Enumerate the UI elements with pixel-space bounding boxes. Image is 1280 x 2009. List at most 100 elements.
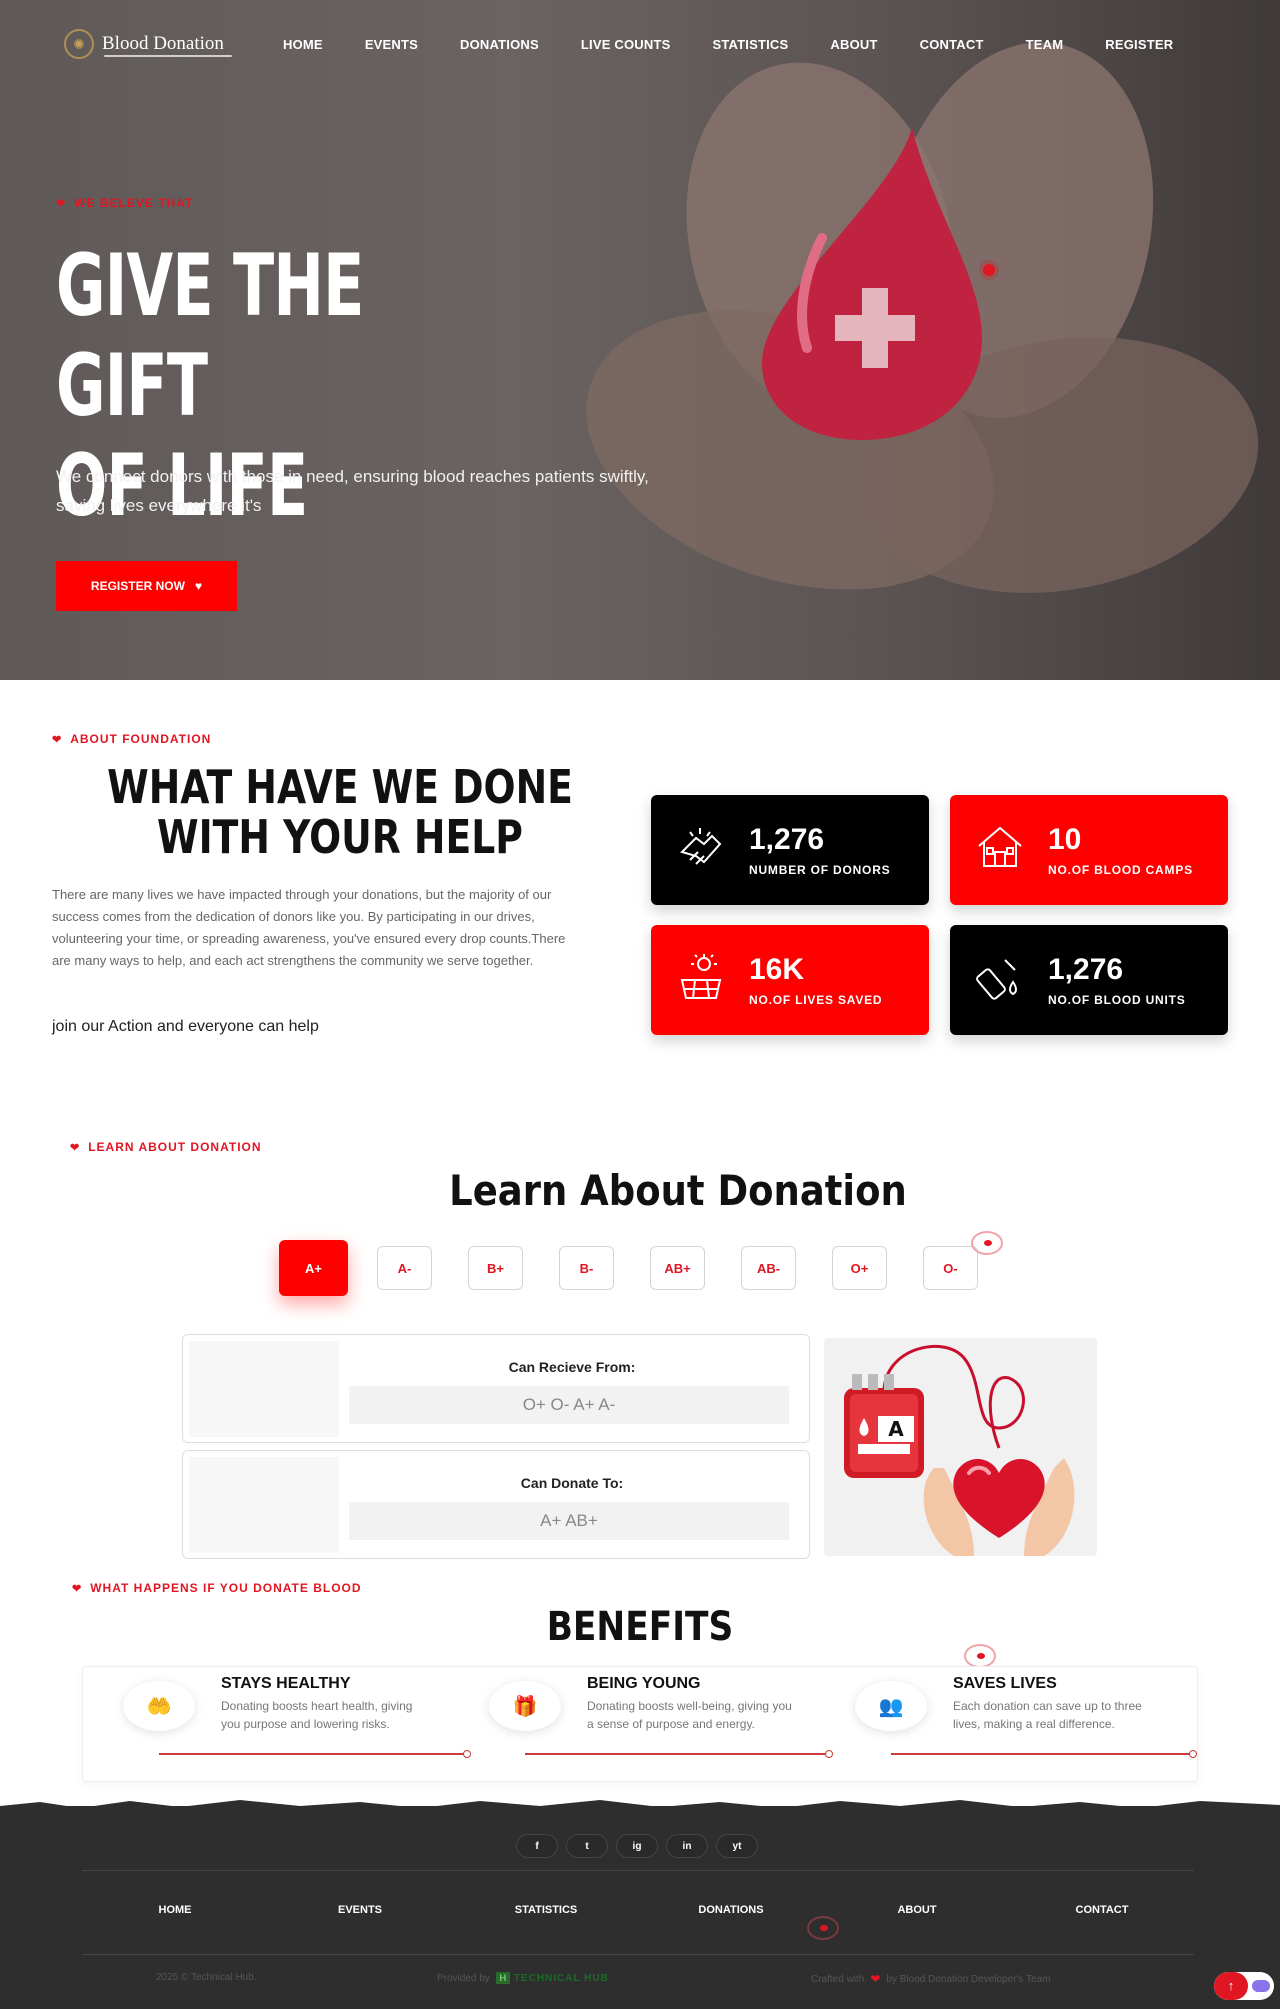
- stat-card-blood-units: 1,276 NO.OF BLOOD UNITS: [950, 925, 1228, 1035]
- footer-link-statistics[interactable]: STATISTICS: [515, 1904, 578, 1916]
- nav-contact[interactable]: CONTACT: [920, 37, 984, 52]
- nav-donations[interactable]: DONATIONS: [460, 37, 539, 52]
- footer-divider: [82, 1954, 1194, 1955]
- benefits-strip: 🤲 STAYS HEALTHY Donating boosts heart he…: [82, 1666, 1198, 1782]
- blood-group-tab-a-neg[interactable]: A-: [377, 1246, 432, 1290]
- hero-tag-text: WE BELEVE THAT: [74, 196, 194, 210]
- blood-group-tab-o-neg[interactable]: O-: [923, 1246, 978, 1290]
- nav-live-counts[interactable]: LIVE COUNTS: [581, 37, 671, 52]
- learn-tag: ❤ LEARN ABOUT DONATION: [70, 1140, 262, 1154]
- benefit-text: Donating boosts heart health, giving you…: [221, 1699, 413, 1731]
- footer-link-events[interactable]: EVENTS: [338, 1904, 382, 1916]
- hero-title-line1: GIVE THE GIFT: [56, 236, 364, 436]
- can-donate-card: Can Donate To: A+ AB+: [182, 1450, 810, 1559]
- about-tag: ❤ ABOUT FOUNDATION: [52, 732, 211, 746]
- about-tag-text: ABOUT FOUNDATION: [70, 732, 212, 746]
- logo-emblem-icon: ✺: [64, 29, 94, 59]
- hero-tagline: ❤ WE BELEVE THAT: [56, 196, 193, 210]
- benefits-title: BENEFITS: [546, 1604, 734, 1650]
- stat-value: 10: [1048, 823, 1082, 856]
- blood-bottle-icon: [972, 952, 1028, 1008]
- nav-home[interactable]: HOME: [283, 37, 323, 52]
- stat-value: 16K: [749, 953, 805, 986]
- heart-icon: ❤: [870, 1972, 881, 1986]
- donate-title: Can Donate To:: [520, 1475, 624, 1491]
- blood-group-tab-o-pos[interactable]: O+: [832, 1246, 887, 1290]
- hero-description: We connect donors with those in need, en…: [56, 467, 649, 515]
- heart-icon: ♥: [194, 579, 203, 593]
- footer-link-contact[interactable]: CONTACT: [1076, 1904, 1129, 1916]
- about-title: WHAT HAVE WE DONE WITH YOUR HELP: [107, 760, 573, 864]
- blood-group-tab-ab-neg[interactable]: AB-: [741, 1246, 796, 1290]
- house-icon: [972, 822, 1028, 878]
- provided-by: Provided by H TECHNICAL HUB: [437, 1972, 609, 1984]
- benefit-divider: [159, 1750, 471, 1758]
- stat-card-donors: 1,276 NUMBER OF DONORS: [651, 795, 929, 905]
- solar-panel-icon: [673, 952, 729, 1008]
- top-navigation: ✺ Blood Donation HOME EVENTS DONATIONS L…: [0, 24, 1280, 64]
- nav-about[interactable]: ABOUT: [830, 37, 877, 52]
- facebook-icon[interactable]: f: [516, 1834, 558, 1858]
- footer-divider: [82, 1870, 1194, 1871]
- blood-group-tab-ab-pos[interactable]: AB+: [650, 1246, 705, 1290]
- crafted-prefix: Crafted with: [811, 1973, 865, 1985]
- blood-bag-letter: A: [888, 1417, 904, 1441]
- benefits-tag-text: WHAT HAPPENS IF YOU DONATE BLOOD: [90, 1581, 362, 1595]
- blood-group-tab-a-pos[interactable]: A+: [279, 1240, 348, 1296]
- stat-label: NO.OF BLOOD UNITS: [1048, 993, 1186, 1007]
- heart-icon: ❤: [72, 1582, 83, 1595]
- twitter-icon[interactable]: t: [566, 1834, 608, 1858]
- heart-icon: ❤: [52, 733, 63, 746]
- nav-team[interactable]: TEAM: [1026, 37, 1064, 52]
- gift-box-icon: 🎁: [489, 1681, 561, 1731]
- footer-link-donations[interactable]: DONATIONS: [698, 1904, 763, 1916]
- heart-icon: ❤: [56, 197, 67, 210]
- benefit-text: Donating boosts well-being, giving you a…: [587, 1699, 792, 1731]
- stat-label: NO.OF LIVES SAVED: [749, 993, 883, 1007]
- benefit-title: BEING YOUNG: [587, 1675, 701, 1692]
- footer-link-home[interactable]: HOME: [159, 1904, 192, 1916]
- stat-value: 1,276: [1048, 953, 1124, 986]
- footer-link-about[interactable]: ABOUT: [897, 1904, 936, 1916]
- crafted-suffix: by Blood Donation Developer's Team: [886, 1973, 1051, 1985]
- register-now-label: REGISTER NOW: [90, 579, 185, 593]
- youtube-icon[interactable]: yt: [716, 1834, 758, 1858]
- provided-by-label: Provided by: [437, 1972, 490, 1984]
- linkedin-icon[interactable]: in: [666, 1834, 708, 1858]
- blood-group-tab-b-neg[interactable]: B-: [559, 1246, 614, 1290]
- benefit-text: Each donation can save up to three lives…: [953, 1699, 1142, 1731]
- provider-name[interactable]: TECHNICAL HUB: [514, 1973, 609, 1984]
- blood-bag-heart-illustration: A: [824, 1338, 1097, 1556]
- benefits-tag: ❤ WHAT HAPPENS IF YOU DONATE BLOOD: [72, 1581, 362, 1595]
- card-side-panel: [189, 1341, 339, 1437]
- about-description: There are many lives we have impacted th…: [52, 887, 566, 968]
- benefit-title: STAYS HEALTHY: [221, 1675, 351, 1692]
- blood-group-tab-b-pos[interactable]: B+: [468, 1246, 523, 1290]
- crafted-with: Crafted with ❤ by Blood Donation Develop…: [811, 1972, 1050, 1986]
- hero-pulse-dot: [983, 264, 995, 276]
- handshake-icon: [673, 822, 729, 878]
- instagram-icon[interactable]: ig: [616, 1834, 658, 1858]
- learn-title: Learn About Donation: [449, 1166, 907, 1215]
- nav-register[interactable]: REGISTER: [1105, 37, 1173, 52]
- technical-hub-logo-icon: H: [495, 1972, 510, 1984]
- logo-underline: [104, 55, 232, 57]
- hero-section: ✺ Blood Donation HOME EVENTS DONATIONS L…: [0, 0, 1280, 680]
- nav-events[interactable]: EVENTS: [365, 37, 418, 52]
- benefit-card-saves-lives: 👥 SAVES LIVES Each donation can save up …: [815, 1667, 1197, 1783]
- receive-title: Can Recieve From:: [508, 1359, 636, 1375]
- stat-label: NUMBER OF DONORS: [749, 863, 891, 877]
- scroll-to-top-button[interactable]: ↑: [1214, 1972, 1248, 2000]
- register-now-button[interactable]: REGISTER NOW ♥: [56, 561, 237, 611]
- stat-card-lives-saved: 16K NO.OF LIVES SAVED: [651, 925, 929, 1035]
- benefit-card-being-young: 🎁 BEING YOUNG Donating boosts well-being…: [449, 1667, 833, 1783]
- site-logo[interactable]: ✺ Blood Donation: [64, 24, 234, 64]
- benefit-title: SAVES LIVES: [953, 1675, 1057, 1692]
- card-side-panel: [189, 1457, 339, 1553]
- can-receive-card: Can Recieve From: O+ O- A+ A-: [182, 1334, 810, 1443]
- stat-card-blood-camps: 10 NO.OF BLOOD CAMPS: [950, 795, 1228, 905]
- extension-icon[interactable]: [1252, 1980, 1270, 1992]
- nav-statistics[interactable]: STATISTICS: [712, 37, 788, 52]
- benefit-card-stays-healthy: 🤲 STAYS HEALTHY Donating boosts heart he…: [83, 1667, 471, 1783]
- people-icon: 👥: [855, 1681, 927, 1731]
